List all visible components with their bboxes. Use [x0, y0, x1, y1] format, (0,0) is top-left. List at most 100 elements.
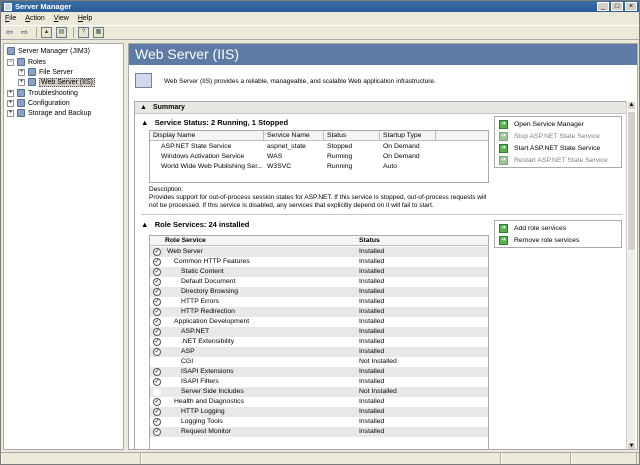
collapse-icon[interactable]: − — [7, 58, 14, 66]
table-row[interactable]: ✓ Default Document Installed — [150, 277, 488, 287]
role-service-name: Common HTTP Features — [174, 258, 250, 265]
table-row[interactable]: ASP.NET State Service aspnet_state Stopp… — [150, 142, 488, 152]
installed-check-icon: ✓ — [153, 378, 161, 386]
add-role-services-link[interactable]: ➜ Add role services — [499, 223, 566, 234]
expand-icon[interactable]: + — [7, 109, 14, 117]
table-row[interactable]: Server Side Includes Not Installed — [150, 387, 488, 397]
expand-icon[interactable]: + — [7, 99, 14, 107]
expand-icon[interactable]: + — [7, 89, 14, 97]
title-bar[interactable]: Server Manager _ □ × — [1, 1, 639, 12]
table-row[interactable]: World Wide Web Publishing Ser... W3SVC R… — [150, 162, 488, 172]
table-row[interactable]: ✓ ISAPI Extensions Installed — [150, 367, 488, 377]
maximize-button[interactable]: □ — [611, 2, 623, 11]
collapse-triangle-icon[interactable]: ▲ — [140, 104, 147, 111]
table-row[interactable]: ✓ Directory Browsing Installed — [150, 287, 488, 297]
table-cell: W3SVC — [267, 163, 292, 170]
installed-check-icon: ✓ — [153, 248, 161, 256]
green-arrow-icon: ➜ — [499, 120, 508, 129]
role-service-status: Installed — [359, 278, 385, 285]
up-folder-icon[interactable]: ▲ — [41, 27, 52, 38]
column-header[interactable]: Status — [324, 131, 380, 141]
column-header[interactable]: Role Service — [162, 236, 362, 246]
role-service-name: ISAPI Filters — [181, 378, 219, 385]
table-row[interactable]: ✓ ASP.NET Installed — [150, 327, 488, 337]
table-row[interactable]: ✓ Health and Diagnostics Installed — [150, 397, 488, 407]
installed-check-icon: ✓ — [153, 268, 161, 276]
scroll-thumb[interactable] — [627, 111, 636, 251]
configuration-icon — [17, 99, 25, 107]
show-hide-tree-icon[interactable]: ▤ — [56, 27, 67, 38]
column-header[interactable]: Service Name — [264, 131, 324, 141]
back-arrow-icon[interactable]: ⇦ — [4, 27, 15, 38]
role-service-status: Installed — [359, 258, 385, 265]
table-cell: Stopped — [327, 143, 353, 150]
minimize-button[interactable]: _ — [597, 2, 609, 11]
table-header: Display Name Service Name Status Startup… — [150, 131, 488, 141]
table-row[interactable]: CGI Not Installed — [150, 357, 488, 367]
start-service-link[interactable]: ➜ Start ASP.NET State Service — [499, 143, 600, 154]
tree-item-file-server[interactable]: + File Server — [18, 67, 73, 77]
description-text: Provides support for out-of-process sess… — [149, 194, 487, 209]
green-arrow-icon: ➜ — [499, 224, 508, 233]
installed-check-icon: ✓ — [153, 418, 161, 426]
expand-icon[interactable]: + — [18, 78, 25, 86]
table-row[interactable]: ✓ ISAPI Filters Installed — [150, 377, 488, 387]
expand-icon[interactable]: + — [18, 68, 25, 76]
summary-section-header[interactable]: ▲ Summary — [135, 102, 628, 114]
menu-help[interactable]: Help — [78, 15, 92, 22]
server-manager-window: Server Manager _ □ × File Action View He… — [0, 0, 640, 465]
table-cell: Auto — [383, 163, 397, 170]
open-service-manager-link[interactable]: ➜ Open Service Manager — [499, 119, 584, 130]
stop-service-link[interactable]: ➜ Stop ASP.NET State Service — [499, 131, 600, 142]
vertical-scrollbar[interactable]: ▲ ▼ — [626, 101, 636, 449]
table-row[interactable]: ✓ HTTP Logging Installed — [150, 407, 488, 417]
properties-icon[interactable]: ▦ — [93, 27, 104, 38]
tree-root-label: Server Manager (JIM3) — [18, 47, 90, 55]
column-header[interactable]: Startup Type — [380, 131, 436, 141]
help-icon[interactable]: ? — [78, 27, 89, 38]
scroll-down-icon[interactable]: ▼ — [627, 442, 636, 449]
role-service-status: Installed — [359, 328, 385, 335]
table-cell: Windows Activation Service — [161, 153, 245, 160]
table-row[interactable]: Windows Activation Service WAS Running O… — [150, 152, 488, 162]
tree-item-troubleshooting[interactable]: + Troubleshooting — [7, 88, 78, 98]
table-row[interactable]: ✓ HTTP Errors Installed — [150, 297, 488, 307]
role-service-status: Not Installed — [359, 358, 397, 365]
restart-service-link[interactable]: ➜ Restart ASP.NET State Service — [499, 155, 608, 166]
scroll-up-icon[interactable]: ▲ — [627, 101, 636, 110]
task-label: Restart ASP.NET State Service — [514, 157, 608, 164]
table-row[interactable]: ✓ Web Server Installed — [150, 247, 488, 257]
tree-item-web-server[interactable]: + Web Server (IIS) — [18, 77, 95, 87]
collapse-triangle-icon[interactable]: ▲ — [141, 118, 148, 127]
tree-item-roles[interactable]: − Roles — [7, 57, 46, 67]
close-button[interactable]: × — [625, 2, 637, 11]
remove-role-services-link[interactable]: ➜ Remove role services — [499, 235, 579, 246]
tree-item-storage[interactable]: + Storage and Backup — [7, 108, 91, 118]
table-row[interactable]: ✓ Static Content Installed — [150, 267, 488, 277]
column-header[interactable]: Display Name — [150, 131, 264, 141]
menu-view[interactable]: View — [54, 15, 69, 22]
toolbar-separator — [73, 27, 74, 38]
tree-item-configuration[interactable]: + Configuration — [7, 98, 70, 108]
menu-action[interactable]: Action — [25, 15, 44, 22]
table-row[interactable]: ✓ Logging Tools Installed — [150, 417, 488, 427]
role-service-status: Installed — [359, 338, 385, 345]
column-header[interactable]: Status — [356, 236, 446, 246]
collapse-triangle-icon[interactable]: ▲ — [141, 220, 148, 229]
table-row[interactable]: ✓ .NET Extensibility Installed — [150, 337, 488, 347]
table-row[interactable]: ✓ Request Monitor Installed — [150, 427, 488, 437]
page-intro: Web Server (IIS) provides a reliable, ma… — [164, 78, 436, 85]
role-service-name: Server Side Includes — [181, 388, 244, 395]
table-row[interactable]: ✓ Application Development Installed — [150, 317, 488, 327]
task-label: Open Service Manager — [514, 121, 584, 128]
menu-bar: File Action View Help — [1, 13, 639, 24]
table-row[interactable]: ✓ Common HTTP Features Installed — [150, 257, 488, 267]
menu-file[interactable]: File — [5, 15, 16, 22]
table-row[interactable]: ✓ HTTP Redirection Installed — [150, 307, 488, 317]
role-service-status: Installed — [359, 318, 385, 325]
forward-arrow-icon[interactable]: ⇨ — [19, 27, 30, 38]
role-service-name: Default Document — [181, 278, 236, 285]
tree-root[interactable]: Server Manager (JIM3) — [7, 46, 90, 56]
role-services-table: Role Service Status ✓ Web Server Installed… — [149, 235, 489, 449]
table-row[interactable]: ✓ ASP Installed — [150, 347, 488, 357]
